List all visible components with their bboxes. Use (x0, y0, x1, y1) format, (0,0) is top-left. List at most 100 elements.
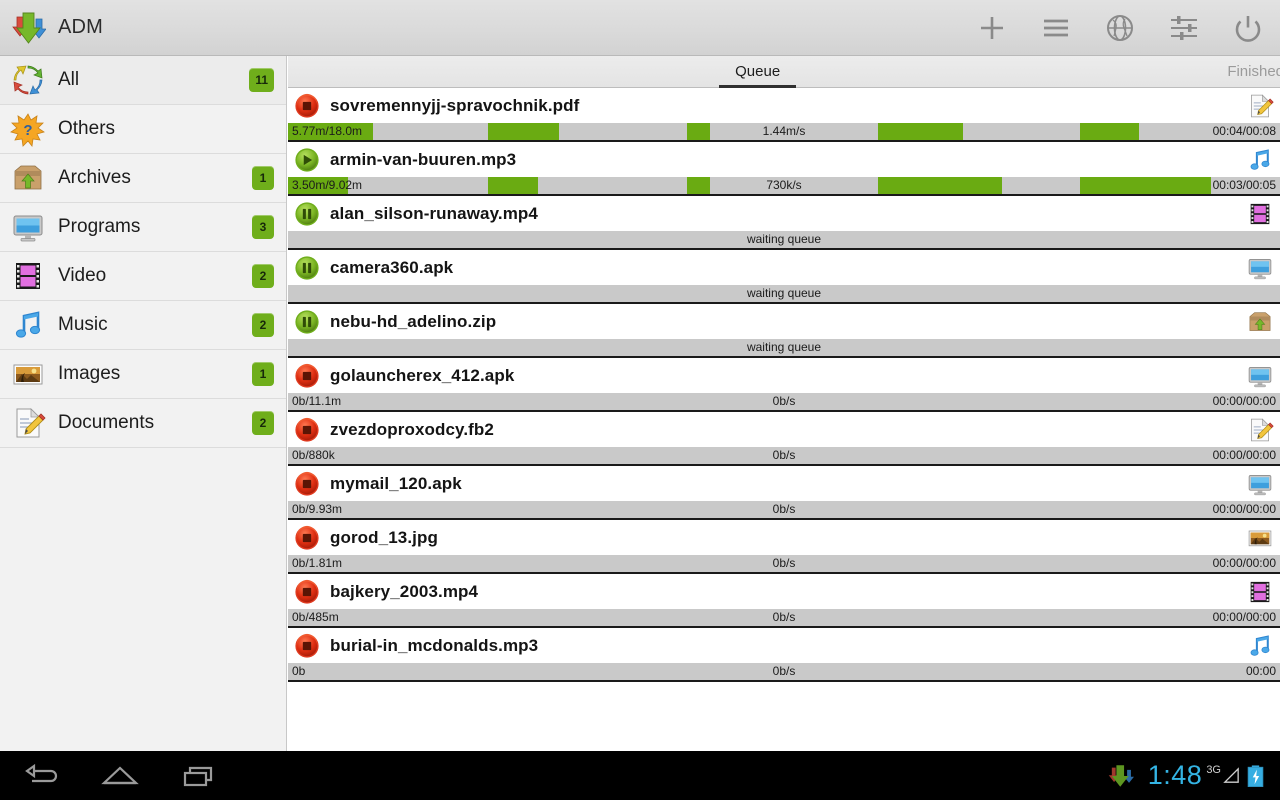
download-row[interactable]: alan_silson-runaway.mp4 waiting queue (288, 196, 1280, 250)
download-row[interactable]: golauncherex_412.apk 0b/11.1m 0b/s 00:00… (288, 358, 1280, 412)
download-row[interactable]: bajkery_2003.mp4 0b/485m 0b/s 00:00/00:0… (288, 574, 1280, 628)
download-progress-bar[interactable]: 0b/485m 0b/s 00:00/00:00 (288, 609, 1280, 626)
download-progress-bar[interactable]: 0b/9.93m 0b/s 00:00/00:00 (288, 501, 1280, 518)
home-icon (101, 765, 139, 784)
pause-green-icon[interactable] (294, 309, 320, 335)
sidebar-item-music[interactable]: Music 2 (0, 301, 286, 350)
download-row[interactable]: gorod_13.jpg 0b/1.81m 0b/s 00:00/00:00 (288, 520, 1280, 574)
download-progress-bar[interactable]: 0b 0b/s 00:00 (288, 663, 1280, 680)
download-row[interactable]: sovremennyjj-spravochnik.pdf 5.77m/18.0m… (288, 88, 1280, 142)
back-button[interactable] (0, 751, 80, 800)
pause-green-icon[interactable] (294, 201, 320, 227)
download-progress-bar[interactable]: 0b/1.81m 0b/s 00:00/00:00 (288, 555, 1280, 572)
settings-button[interactable] (1152, 0, 1216, 56)
download-row-header: bajkery_2003.mp4 (288, 574, 1280, 609)
progress-time-text: 00:03/00:05 (1212, 178, 1276, 192)
adm-status-download-icon (1108, 763, 1134, 789)
download-file-name: gorod_13.jpg (330, 527, 438, 547)
refresh-arrows-icon (10, 62, 46, 98)
tab-bar-mid-spacer (796, 56, 1227, 87)
tab-queue[interactable]: Queue (719, 56, 797, 88)
stop-red-icon[interactable] (294, 363, 320, 389)
music-note-icon (1246, 146, 1274, 174)
sidebar-item-video[interactable]: Video 2 (0, 252, 286, 301)
progress-speed-text: 0b/s (772, 556, 796, 570)
sidebar-badge: 1 (252, 362, 274, 386)
stop-red-icon[interactable] (294, 633, 320, 659)
sidebar-item-others[interactable]: ? Others (0, 105, 286, 154)
sidebar-item-documents[interactable]: Documents 2 (0, 399, 286, 448)
battery-charging-icon (1247, 764, 1264, 787)
progress-time-text: 00:00/00:00 (1212, 556, 1276, 570)
recent-apps-icon (183, 766, 213, 786)
download-progress-bar[interactable]: 3.50m/9.02m 730k/s 00:03/00:05 (288, 177, 1280, 194)
sidebar-item-label: Video (58, 265, 107, 286)
photo-icon (10, 356, 46, 392)
stop-red-icon[interactable] (294, 471, 320, 497)
add-download-button[interactable] (960, 0, 1024, 56)
document-pencil-icon (1246, 92, 1274, 120)
sidebar-item-label: Documents (58, 412, 155, 433)
download-row[interactable]: burial-in_mcdonalds.mp3 0b 0b/s 00:00 (288, 628, 1280, 682)
progress-speed-text: 0b/s (772, 394, 796, 408)
progress-speed-text: 0b/s (772, 448, 796, 462)
tab-finished[interactable]: Finished (1227, 56, 1280, 87)
download-file-name: zvezdoproxodcy.fb2 (330, 419, 494, 439)
sidebar: All 11 ? Others Archives 1 Programs 3 Vi… (0, 56, 287, 751)
status-tray[interactable]: 1:48 3G (1108, 760, 1280, 791)
download-row-header: golauncherex_412.apk (288, 358, 1280, 393)
android-navigation-bar: 1:48 3G (0, 751, 1280, 800)
stop-red-icon[interactable] (294, 417, 320, 443)
progress-speed-text: 0b/s (772, 610, 796, 624)
app-title: ADM (58, 16, 104, 38)
sidebar-badge: 11 (249, 68, 274, 92)
download-row[interactable]: nebu-hd_adelino.zip waiting queue (288, 304, 1280, 358)
home-button[interactable] (80, 751, 160, 800)
play-green-icon[interactable] (294, 147, 320, 173)
pause-green-icon[interactable] (294, 255, 320, 281)
download-progress-bar[interactable]: 0b/880k 0b/s 00:00/00:00 (288, 447, 1280, 464)
download-row[interactable]: zvezdoproxodcy.fb2 0b/880k 0b/s 00:00/00… (288, 412, 1280, 466)
sidebar-badge: 2 (252, 313, 274, 337)
sidebar-item-archives[interactable]: Archives 1 (0, 154, 286, 203)
download-row[interactable]: camera360.apk waiting queue (288, 250, 1280, 304)
progress-speed-text: 730k/s (766, 178, 802, 192)
sidebar-item-images[interactable]: Images 1 (0, 350, 286, 399)
power-icon (1235, 15, 1261, 42)
music-note-icon (1246, 632, 1274, 660)
film-strip-icon (1246, 578, 1274, 606)
download-row[interactable]: armin-van-buuren.mp3 3.50m/9.02m 730k/s … (288, 142, 1280, 196)
download-file-name: alan_silson-runaway.mp4 (330, 203, 538, 223)
recent-apps-button[interactable] (160, 751, 240, 800)
sidebar-item-label: Others (58, 118, 116, 139)
sidebar-item-label: Images (58, 363, 121, 384)
hamburger-menu-icon (1044, 19, 1068, 36)
download-progress-bar[interactable]: waiting queue (288, 339, 1280, 356)
svg-text:?: ? (23, 122, 32, 139)
stop-red-icon[interactable] (294, 93, 320, 119)
sidebar-item-programs[interactable]: Programs 3 (0, 203, 286, 252)
progress-speed-text: waiting queue (746, 340, 822, 354)
exit-button[interactable] (1216, 0, 1280, 56)
status-network-label: 3G (1206, 763, 1221, 776)
stop-red-icon[interactable] (294, 525, 320, 551)
download-progress-bar[interactable]: waiting queue (288, 231, 1280, 248)
browser-button[interactable] (1088, 0, 1152, 56)
download-list[interactable]: sovremennyjj-spravochnik.pdf 5.77m/18.0m… (288, 88, 1280, 750)
progress-speed-text: 0b/s (772, 502, 796, 516)
sidebar-badge: 3 (252, 215, 274, 239)
stop-red-icon[interactable] (294, 579, 320, 605)
download-row-header: zvezdoproxodcy.fb2 (288, 412, 1280, 447)
menu-button[interactable] (1024, 0, 1088, 56)
download-row-header: alan_silson-runaway.mp4 (288, 196, 1280, 231)
download-file-name: mymail_120.apk (330, 473, 462, 493)
sidebar-item-label: Archives (58, 167, 131, 188)
download-row[interactable]: mymail_120.apk 0b/9.93m 0b/s 00:00/00:00 (288, 466, 1280, 520)
starburst-question-icon: ? (10, 111, 46, 147)
download-row-header: nebu-hd_adelino.zip (288, 304, 1280, 339)
archive-box-icon (1246, 308, 1274, 336)
download-progress-bar[interactable]: waiting queue (288, 285, 1280, 302)
sidebar-item-all[interactable]: All 11 (0, 56, 286, 105)
download-progress-bar[interactable]: 0b/11.1m 0b/s 00:00/00:00 (288, 393, 1280, 410)
download-progress-bar[interactable]: 5.77m/18.0m 1.44m/s 00:04/00:08 (288, 123, 1280, 140)
